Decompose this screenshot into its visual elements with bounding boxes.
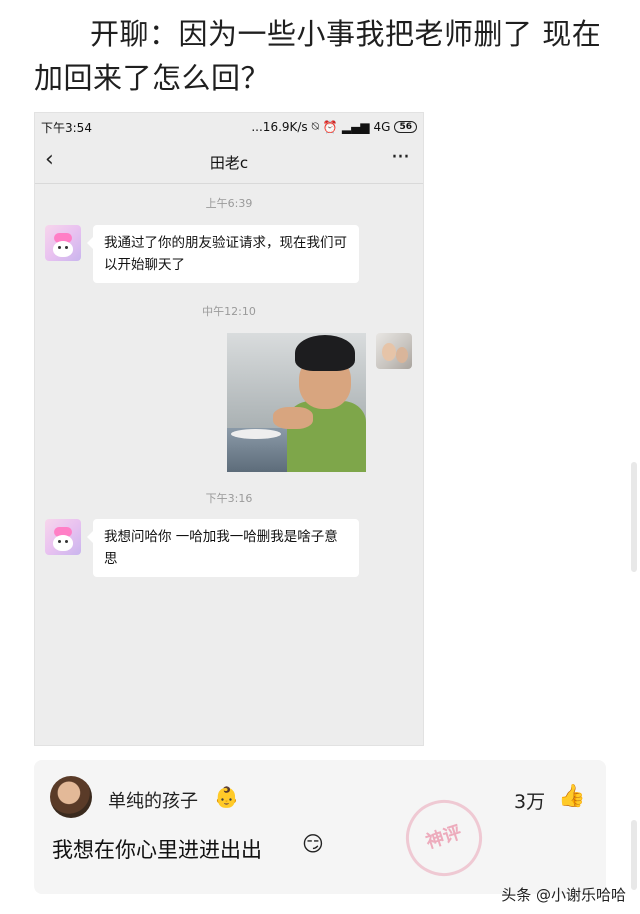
comment-text: 我想在你心里进进出出 [52, 838, 262, 862]
stamp-badge: 神评 [396, 790, 492, 886]
message-timestamp: 中午12:10 [202, 305, 256, 318]
commenter-name[interactable]: 单纯的孩子 [108, 787, 198, 813]
thumbs-up-icon[interactable]: 👍 [558, 784, 585, 809]
net-speed: ...16.9K/s [251, 119, 308, 134]
contact-avatar[interactable] [45, 519, 81, 555]
message-timestamp: 下午3:16 [205, 492, 253, 505]
status-bar: 下午3:54 ...16.9K/s ⍉ ⏰ ▂▄▆ 4G 56 [35, 113, 423, 139]
post-title: 开聊：因为一些小事我把老师删了 现在加回来了怎么回？ [34, 17, 602, 95]
chat-screenshot: 下午3:54 ...16.9K/s ⍉ ⏰ ▂▄▆ 4G 56 ‹ 田老c ··… [34, 112, 424, 746]
my-avatar[interactable] [376, 333, 412, 369]
sent-image[interactable] [227, 333, 366, 472]
scroll-edge [631, 820, 637, 890]
contact-avatar[interactable] [45, 225, 81, 261]
battery-icon: 56 [394, 120, 417, 133]
baby-emoji-icon: 👶 [214, 785, 239, 809]
commenter-avatar[interactable] [50, 776, 92, 818]
chat-header: ‹ 田老c ··· [35, 139, 423, 184]
top-comment: 单纯的孩子 👶 神评 3万 👍 我想在你心里进进出出 😏 [34, 760, 606, 894]
network-type: 4G [373, 119, 391, 134]
signal-icon: ▂▄▆ [341, 119, 370, 134]
smirk-emoji-icon: 😏 [302, 832, 324, 856]
mute-icon: ⍉ [311, 119, 319, 133]
watermark: 头条 @小谢乐哈哈 [501, 886, 626, 904]
message-bubble[interactable]: 我通过了你的朋友验证请求，现在我们可以开始聊天了 [87, 225, 359, 283]
message-bubble[interactable]: 我想问哈你 一哈加我一哈删我是啥子意思 [87, 519, 359, 577]
scroll-edge [631, 462, 637, 572]
contact-name: 田老c [209, 154, 249, 172]
status-indicators: ...16.9K/s ⍉ ⏰ ▂▄▆ 4G 56 [251, 119, 417, 134]
status-time: 下午3:54 [41, 121, 92, 135]
message-timestamp: 上午6:39 [205, 197, 253, 210]
more-dots-icon[interactable]: ··· [391, 145, 410, 170]
alarm-icon: ⏰ [322, 119, 338, 134]
like-count: 3万 [514, 791, 546, 813]
